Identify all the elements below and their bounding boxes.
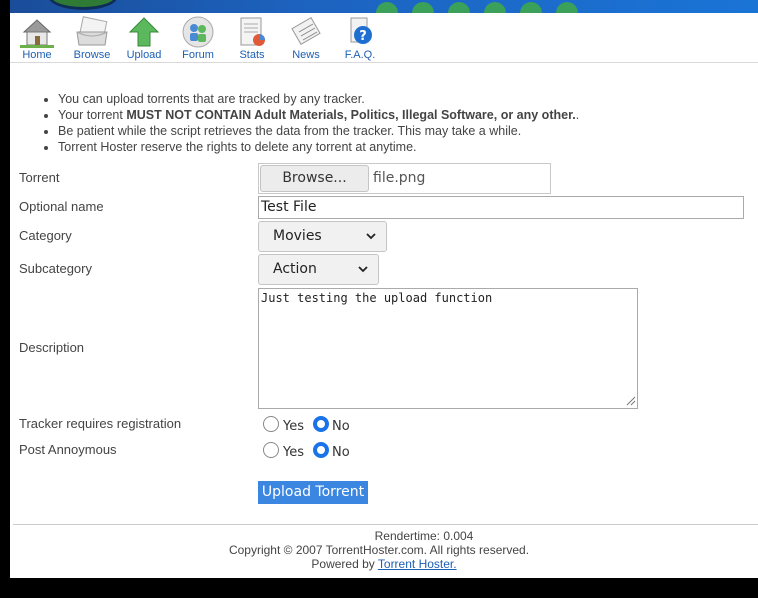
description-textarea[interactable]: Just testing the upload function xyxy=(258,288,638,409)
banner-decoration xyxy=(556,2,578,13)
tracker-yes-label: Yes xyxy=(283,419,304,434)
powered-by: Powered by Torrent Hoster. xyxy=(10,557,758,571)
upload-icon xyxy=(128,17,160,47)
category-selected-value: Movies xyxy=(273,228,322,244)
banner-decoration xyxy=(448,2,470,13)
anon-yes-label: Yes xyxy=(283,445,304,460)
logo-globe xyxy=(48,0,118,10)
nav-label: Forum xyxy=(182,49,214,61)
subcategory-label: Subcategory xyxy=(19,261,92,276)
rule-item: You can upload torrents that are tracked… xyxy=(58,91,579,107)
description-label: Description xyxy=(19,340,85,355)
optional-name-label: Optional name xyxy=(19,199,104,214)
banner-decoration xyxy=(412,2,434,13)
tracker-no-radio[interactable] xyxy=(313,416,329,432)
browse-icon xyxy=(76,16,108,46)
svg-text:?: ? xyxy=(359,29,367,44)
header-banner xyxy=(10,0,758,13)
main-nav: Home Browse Upload Forum Stats News ? F.… xyxy=(10,13,758,63)
news-icon xyxy=(291,17,321,45)
tracker-yes-radio[interactable] xyxy=(263,416,279,432)
post-anonymous-label: Post Annoymous xyxy=(19,442,117,457)
nav-label: News xyxy=(292,49,320,61)
nav-label: Upload xyxy=(126,49,162,61)
footer-divider xyxy=(13,524,758,525)
nav-item-forum[interactable]: Forum xyxy=(171,16,225,62)
forum-icon xyxy=(182,16,214,48)
subcategory-select[interactable]: Action xyxy=(258,254,379,285)
page: Home Browse Upload Forum Stats News ? F.… xyxy=(10,0,758,578)
copyright-text: Copyright © 2007 TorrentHoster.com. All … xyxy=(228,543,530,557)
nav-item-news[interactable]: News xyxy=(279,16,333,62)
torrent-hoster-link[interactable]: Torrent Hoster. xyxy=(378,557,457,571)
nav-item-upload[interactable]: Upload xyxy=(117,16,171,62)
nav-label: Stats xyxy=(239,49,265,61)
rule-item: Be patient while the script retrieves th… xyxy=(58,123,579,139)
banner-decoration xyxy=(484,2,506,13)
optional-name-input[interactable]: Test File xyxy=(258,196,744,219)
upload-torrent-button[interactable]: Upload Torrent xyxy=(258,481,368,504)
category-select[interactable]: Movies xyxy=(258,221,387,252)
anon-no-radio[interactable] xyxy=(313,442,329,458)
anon-yes-radio[interactable] xyxy=(263,442,279,458)
upload-rules: You can upload torrents that are tracked… xyxy=(48,91,579,155)
nav-item-faq[interactable]: ? F.A.Q. xyxy=(333,16,387,62)
home-icon xyxy=(20,19,54,48)
tracker-registration-label: Tracker requires registration xyxy=(19,416,182,431)
anon-no-label: No xyxy=(332,445,350,460)
resize-grip-icon[interactable] xyxy=(624,394,636,406)
banner-decoration xyxy=(376,2,398,13)
nav-item-browse[interactable]: Browse xyxy=(65,16,119,62)
nav-label: F.A.Q. xyxy=(344,49,376,61)
rule-item: Torrent Hoster reserve the rights to del… xyxy=(58,139,579,155)
category-label: Category xyxy=(19,228,72,243)
nav-label: Browse xyxy=(73,49,111,61)
torrent-file-input[interactable]: Browse... file.png xyxy=(258,163,551,194)
torrent-label: Torrent xyxy=(19,170,60,185)
selected-file-name: file.png xyxy=(373,170,426,186)
chevron-down-icon xyxy=(366,233,376,240)
tracker-no-label: No xyxy=(332,419,350,434)
browse-button[interactable]: Browse... xyxy=(260,165,369,192)
banner-decoration xyxy=(520,2,542,13)
rule-item: Your torrent MUST NOT CONTAIN Adult Mate… xyxy=(58,107,579,123)
nav-item-home[interactable]: Home xyxy=(10,16,64,62)
nav-item-stats[interactable]: Stats xyxy=(225,16,279,62)
subcategory-selected-value: Action xyxy=(273,261,317,277)
faq-icon: ? xyxy=(350,17,372,44)
chevron-down-icon xyxy=(358,266,368,273)
rendertime-text: Rendertime: 0.004 xyxy=(374,529,474,543)
nav-label: Home xyxy=(22,49,52,61)
powered-by-text: Powered by xyxy=(311,557,378,571)
stats-icon xyxy=(240,17,265,46)
